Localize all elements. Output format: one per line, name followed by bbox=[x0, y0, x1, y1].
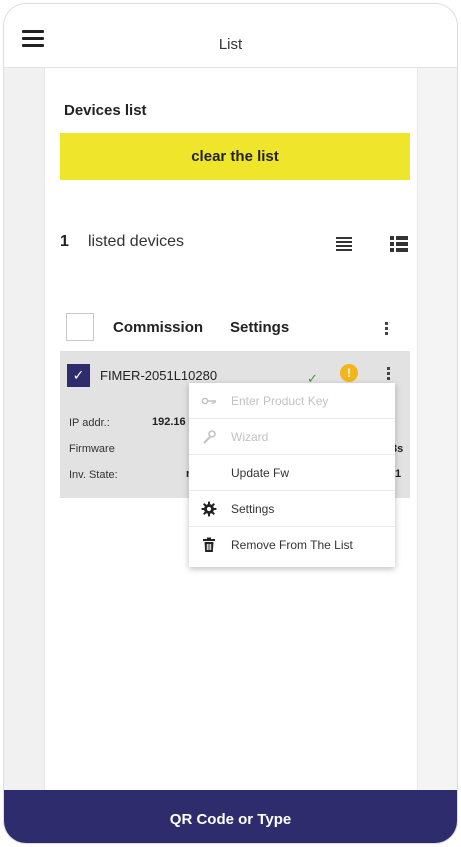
ip-value: 192.16 bbox=[152, 416, 186, 428]
menu-item-label: Settings bbox=[231, 502, 275, 516]
clear-list-button[interactable]: clear the list bbox=[60, 133, 410, 180]
firmware-label: Firmware bbox=[69, 443, 115, 455]
device-checkbox[interactable]: ✓ bbox=[67, 364, 90, 387]
menu-item-label: Wizard bbox=[231, 430, 269, 444]
device-count-row: 1 listed devices bbox=[60, 233, 410, 257]
menu-item-remove[interactable]: Remove From The List bbox=[189, 527, 395, 563]
ip-label: IP addr.: bbox=[69, 417, 110, 429]
menu-item-label: Remove From The List bbox=[231, 538, 353, 552]
menu-item-wizard[interactable]: Wizard bbox=[189, 419, 395, 455]
select-all-checkbox[interactable] bbox=[66, 313, 94, 341]
settings-column-header[interactable]: Settings bbox=[230, 319, 289, 336]
detail-view-icon[interactable] bbox=[390, 236, 408, 252]
device-count-label: listed devices bbox=[88, 233, 185, 250]
header-more-icon[interactable] bbox=[383, 322, 389, 338]
table-header: Commission Settings bbox=[60, 311, 410, 345]
app-bar: List bbox=[4, 4, 457, 68]
device-more-icon[interactable] bbox=[385, 367, 391, 383]
side-panel-edge bbox=[418, 68, 457, 790]
inv-state-value-right: 1 bbox=[395, 468, 402, 480]
key-icon bbox=[201, 393, 217, 409]
list-view-icon[interactable] bbox=[336, 237, 352, 251]
device-name: FIMER-2051L10280 bbox=[100, 368, 218, 383]
devices-list-title: Devices list bbox=[64, 102, 147, 119]
commission-column-header[interactable]: Commission bbox=[113, 319, 203, 336]
device-count: 1 bbox=[60, 233, 69, 250]
warning-icon[interactable]: ! bbox=[340, 364, 358, 382]
menu-item-update-fw[interactable]: Update Fw bbox=[189, 455, 395, 491]
page-title: List bbox=[218, 36, 243, 53]
wrench-icon bbox=[201, 429, 217, 445]
menu-item-label: Update Fw bbox=[231, 466, 290, 480]
device-context-menu: Enter Product Key Wizard Update Fw Setti… bbox=[189, 383, 395, 567]
menu-item-label: Enter Product Key bbox=[231, 394, 329, 408]
inv-state-label: Inv. State: bbox=[69, 469, 118, 481]
menu-item-settings[interactable]: Settings bbox=[189, 491, 395, 527]
trash-icon bbox=[201, 537, 217, 553]
qr-code-button[interactable]: QR Code or Type bbox=[4, 790, 457, 843]
menu-item-enter-product-key[interactable]: Enter Product Key bbox=[189, 383, 395, 419]
phone-frame: List Devices list clear the list 1 liste… bbox=[4, 4, 457, 843]
gear-icon bbox=[201, 501, 217, 517]
